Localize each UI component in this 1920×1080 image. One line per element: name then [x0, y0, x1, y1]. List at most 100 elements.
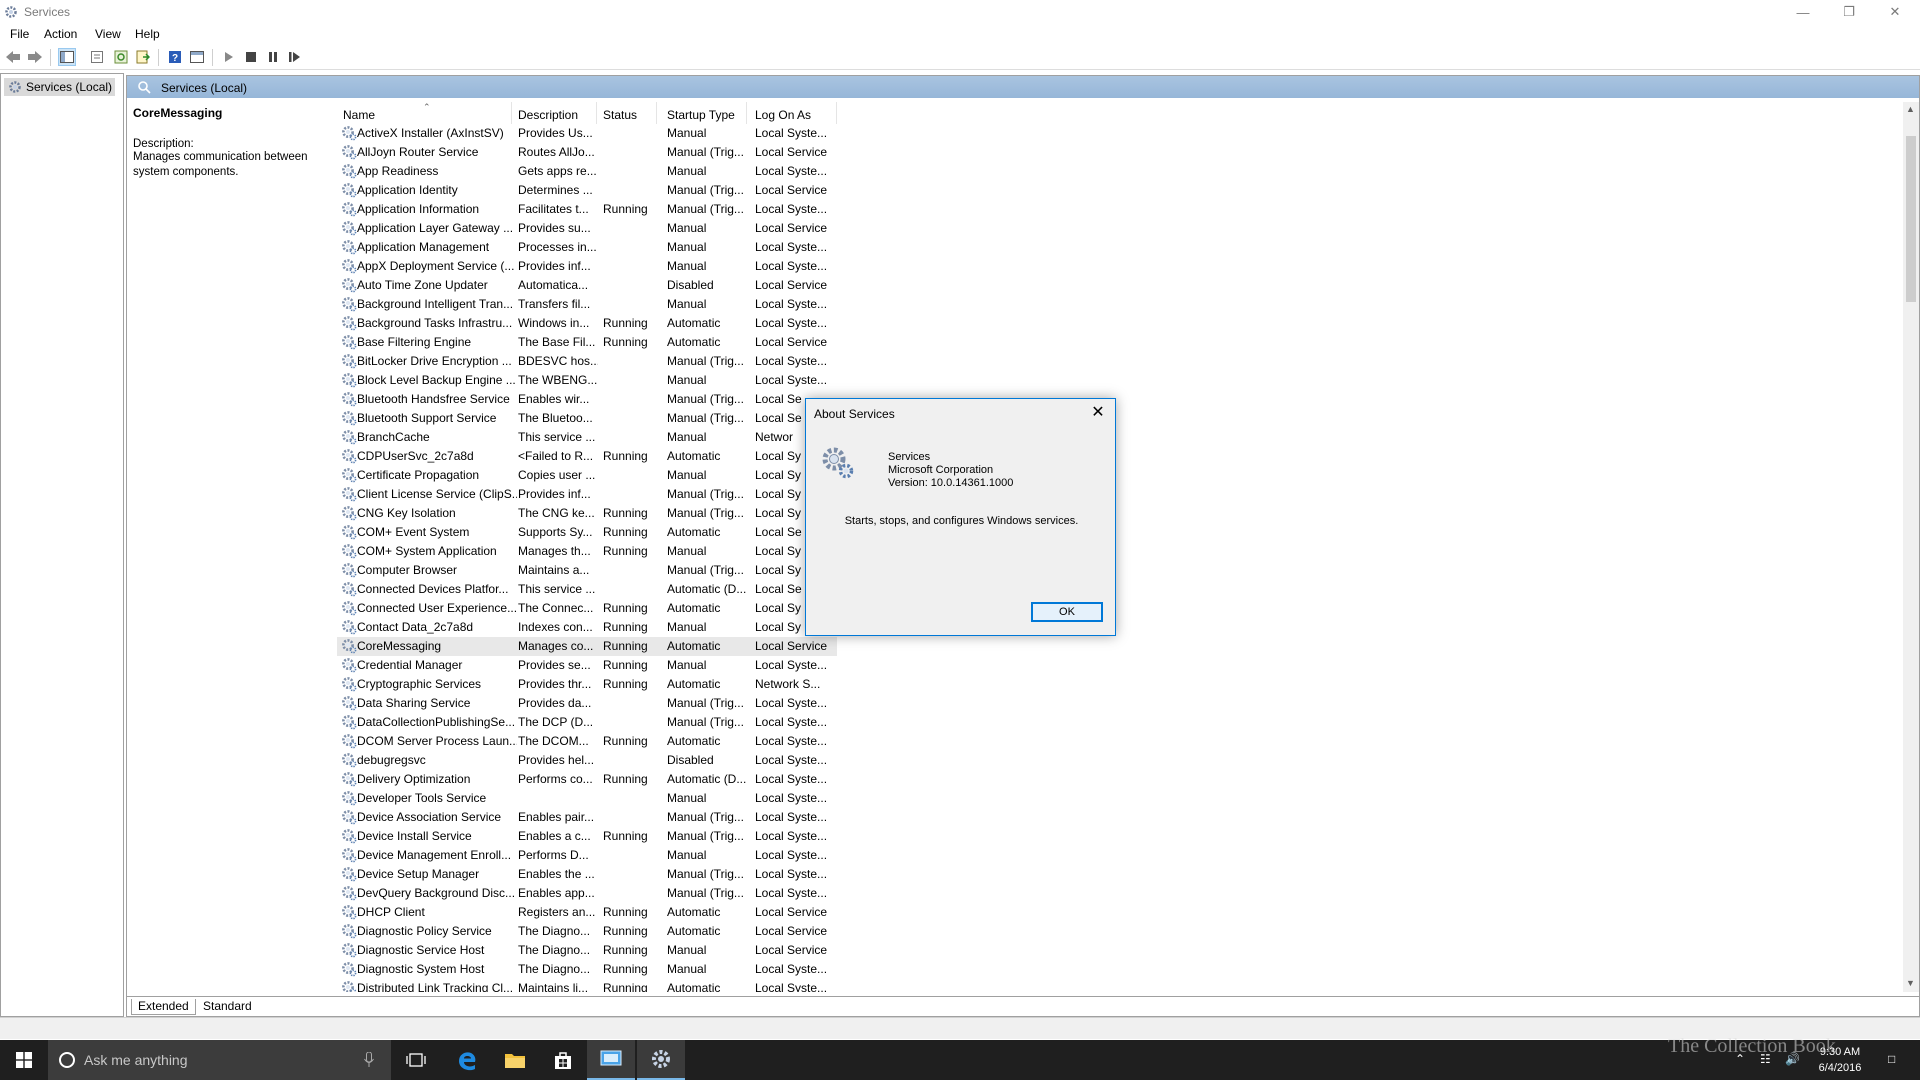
service-gear-icon: [341, 942, 357, 958]
table-row[interactable]: Block Level Backup Engine ... The WBENG..…: [337, 371, 837, 390]
table-row[interactable]: DCOM Server Process Laun... The DCOM... Ru…: [337, 732, 837, 751]
table-row[interactable]: Cryptographic Services Provides thr... Run…: [337, 675, 837, 694]
start-service-button[interactable]: [220, 48, 238, 66]
ok-button[interactable]: OK: [1031, 602, 1103, 622]
taskbar-file-explorer[interactable]: [491, 1040, 539, 1080]
table-row[interactable]: Device Install Service Enables a c... Runn…: [337, 827, 837, 846]
table-row[interactable]: Client License Service (ClipS... Provides…: [337, 485, 837, 504]
stop-service-button[interactable]: [242, 48, 260, 66]
column-header-startup-type[interactable]: Startup Type: [657, 102, 747, 124]
table-row[interactable]: Connected User Experience... The Connec..…: [337, 599, 837, 618]
table-row[interactable]: Bluetooth Handsfree Service Enables wir..…: [337, 390, 837, 409]
table-row[interactable]: Diagnostic Service Host The Diagno... Runn…: [337, 941, 837, 960]
properties-button[interactable]: [88, 48, 106, 66]
restore-button[interactable]: ❐: [1826, 0, 1872, 24]
table-row[interactable]: BranchCache This service ... Manual Networ: [337, 428, 837, 447]
table-row[interactable]: Distributed Link Tracking Cl... Maintains…: [337, 979, 837, 992]
table-row[interactable]: DHCP Client Registers an... Running Automat…: [337, 903, 837, 922]
table-row[interactable]: ActiveX Installer (AxInstSV) Provides Us.…: [337, 124, 837, 143]
restart-service-button[interactable]: [286, 48, 304, 66]
menu-help[interactable]: Help: [135, 27, 160, 41]
table-row[interactable]: debugregsvc Provides hel... Disabled Local …: [337, 751, 837, 770]
cortana-search-box[interactable]: Ask me anything: [48, 1040, 391, 1080]
table-row[interactable]: Developer Tools Service Manual Local Syste…: [337, 789, 837, 808]
taskbar-computer-management[interactable]: [587, 1040, 635, 1080]
microphone-icon[interactable]: [364, 1052, 374, 1068]
menu-action[interactable]: Action: [44, 27, 77, 41]
cell-description: Enables app...: [518, 886, 595, 900]
export-list-button[interactable]: [134, 48, 152, 66]
table-row[interactable]: Delivery Optimization Performs co... Runni…: [337, 770, 837, 789]
table-row[interactable]: Application Management Processes in... Man…: [337, 238, 837, 257]
scroll-up-icon[interactable]: ▲: [1906, 104, 1915, 114]
table-row[interactable]: Background Tasks Infrastru... Windows in.…: [337, 314, 837, 333]
cell-description: Automatica...: [518, 278, 589, 292]
table-row[interactable]: Credential Manager Provides se... Running M…: [337, 656, 837, 675]
tree-node-services-local[interactable]: Services (Local): [4, 78, 116, 96]
column-header-name[interactable]: ⌃ Name: [337, 102, 512, 124]
column-header-status[interactable]: Status: [597, 102, 657, 124]
table-row[interactable]: Application Information Facilitates t... R…: [337, 200, 837, 219]
back-button[interactable]: [4, 48, 22, 66]
cell-startup-type: Manual (Trig...: [667, 563, 744, 577]
table-row[interactable]: Background Intelligent Tran... Transfers …: [337, 295, 837, 314]
minimize-button[interactable]: —: [1780, 0, 1826, 24]
table-row[interactable]: Device Association Service Enables pair..…: [337, 808, 837, 827]
table-row[interactable]: CNG Key Isolation The CNG ke... Running Man…: [337, 504, 837, 523]
table-row[interactable]: App Readiness Gets apps re... Manual Local …: [337, 162, 837, 181]
cell-startup-type: Disabled: [667, 278, 714, 292]
refresh-button[interactable]: [112, 48, 130, 66]
scrollbar-thumb[interactable]: [1906, 136, 1916, 302]
vertical-scrollbar[interactable]: ▲ ▼: [1903, 102, 1919, 992]
table-row[interactable]: Base Filtering Engine The Base Fil... Runn…: [337, 333, 837, 352]
action-pane-icon: [190, 51, 204, 63]
table-row[interactable]: BitLocker Drive Encryption ... BDESVC hos…: [337, 352, 837, 371]
taskbar-services[interactable]: [637, 1040, 685, 1080]
table-row[interactable]: COM+ System Application Manages th... Runn…: [337, 542, 837, 561]
cell-description: This service ...: [518, 430, 596, 444]
taskbar-edge[interactable]: [443, 1040, 491, 1080]
column-header-description[interactable]: Description: [512, 102, 597, 124]
table-row[interactable]: CoreMessaging Manages co... Running Automat…: [337, 637, 837, 656]
cell-name: ActiveX Installer (AxInstSV): [357, 126, 504, 140]
table-row[interactable]: Diagnostic System Host The Diagno... Runni…: [337, 960, 837, 979]
table-row[interactable]: Data Sharing Service Provides da... Manual…: [337, 694, 837, 713]
table-row[interactable]: COM+ Event System Supports Sy... Running Au…: [337, 523, 837, 542]
show-hide-console-tree-button[interactable]: [58, 48, 76, 66]
table-row[interactable]: Device Management Enroll... Performs D...…: [337, 846, 837, 865]
table-row[interactable]: Application Layer Gateway ... Provides su…: [337, 219, 837, 238]
table-row[interactable]: Certificate Propagation Copies user ... Ma…: [337, 466, 837, 485]
cell-name: Bluetooth Handsfree Service: [357, 392, 510, 406]
table-row[interactable]: DataCollectionPublishingSe... The DCP (D.…: [337, 713, 837, 732]
dialog-close-button[interactable]: ✕: [1087, 402, 1109, 422]
action-center-icon[interactable]: □: [1888, 1052, 1895, 1066]
table-row[interactable]: AllJoyn Router Service Routes AllJo... Man…: [337, 143, 837, 162]
menu-file[interactable]: File: [10, 27, 29, 41]
taskbar-store[interactable]: [539, 1040, 587, 1080]
column-header-log-on-as[interactable]: Log On As: [747, 102, 837, 124]
table-row[interactable]: AppX Deployment Service (... Provides inf…: [337, 257, 837, 276]
start-button[interactable]: [0, 1040, 48, 1080]
table-row[interactable]: Connected Devices Platfor... This service…: [337, 580, 837, 599]
table-row[interactable]: Contact Data_2c7a8d Indexes con... Running…: [337, 618, 837, 637]
help-button[interactable]: ?: [166, 48, 184, 66]
cell-description: The Bluetoo...: [518, 411, 593, 425]
table-row[interactable]: Diagnostic Policy Service The Diagno... Ru…: [337, 922, 837, 941]
forward-button[interactable]: [26, 48, 44, 66]
pause-service-button[interactable]: [264, 48, 282, 66]
table-row[interactable]: Computer Browser Maintains a... Manual (Tr…: [337, 561, 837, 580]
table-row[interactable]: Bluetooth Support Service The Bluetoo... M…: [337, 409, 837, 428]
table-row[interactable]: Application Identity Determines ... Manual…: [337, 181, 837, 200]
table-row[interactable]: CDPUserSvc_2c7a8d <Failed to R... Running A…: [337, 447, 837, 466]
table-row[interactable]: Auto Time Zone Updater Automatica... Disab…: [337, 276, 837, 295]
tab-standard[interactable]: Standard: [197, 999, 258, 1015]
table-row[interactable]: Device Setup Manager Enables the ... Manua…: [337, 865, 837, 884]
show-hide-action-pane-button[interactable]: [188, 48, 206, 66]
scroll-down-icon[interactable]: ▼: [1906, 978, 1915, 988]
cell-log-on-as: Local Syste...: [755, 886, 828, 900]
menu-view[interactable]: View: [95, 27, 121, 41]
task-view-button[interactable]: [392, 1040, 440, 1080]
table-row[interactable]: DevQuery Background Disc... Enables app..…: [337, 884, 837, 903]
close-button[interactable]: ✕: [1872, 0, 1918, 24]
tab-extended[interactable]: Extended: [131, 999, 196, 1015]
